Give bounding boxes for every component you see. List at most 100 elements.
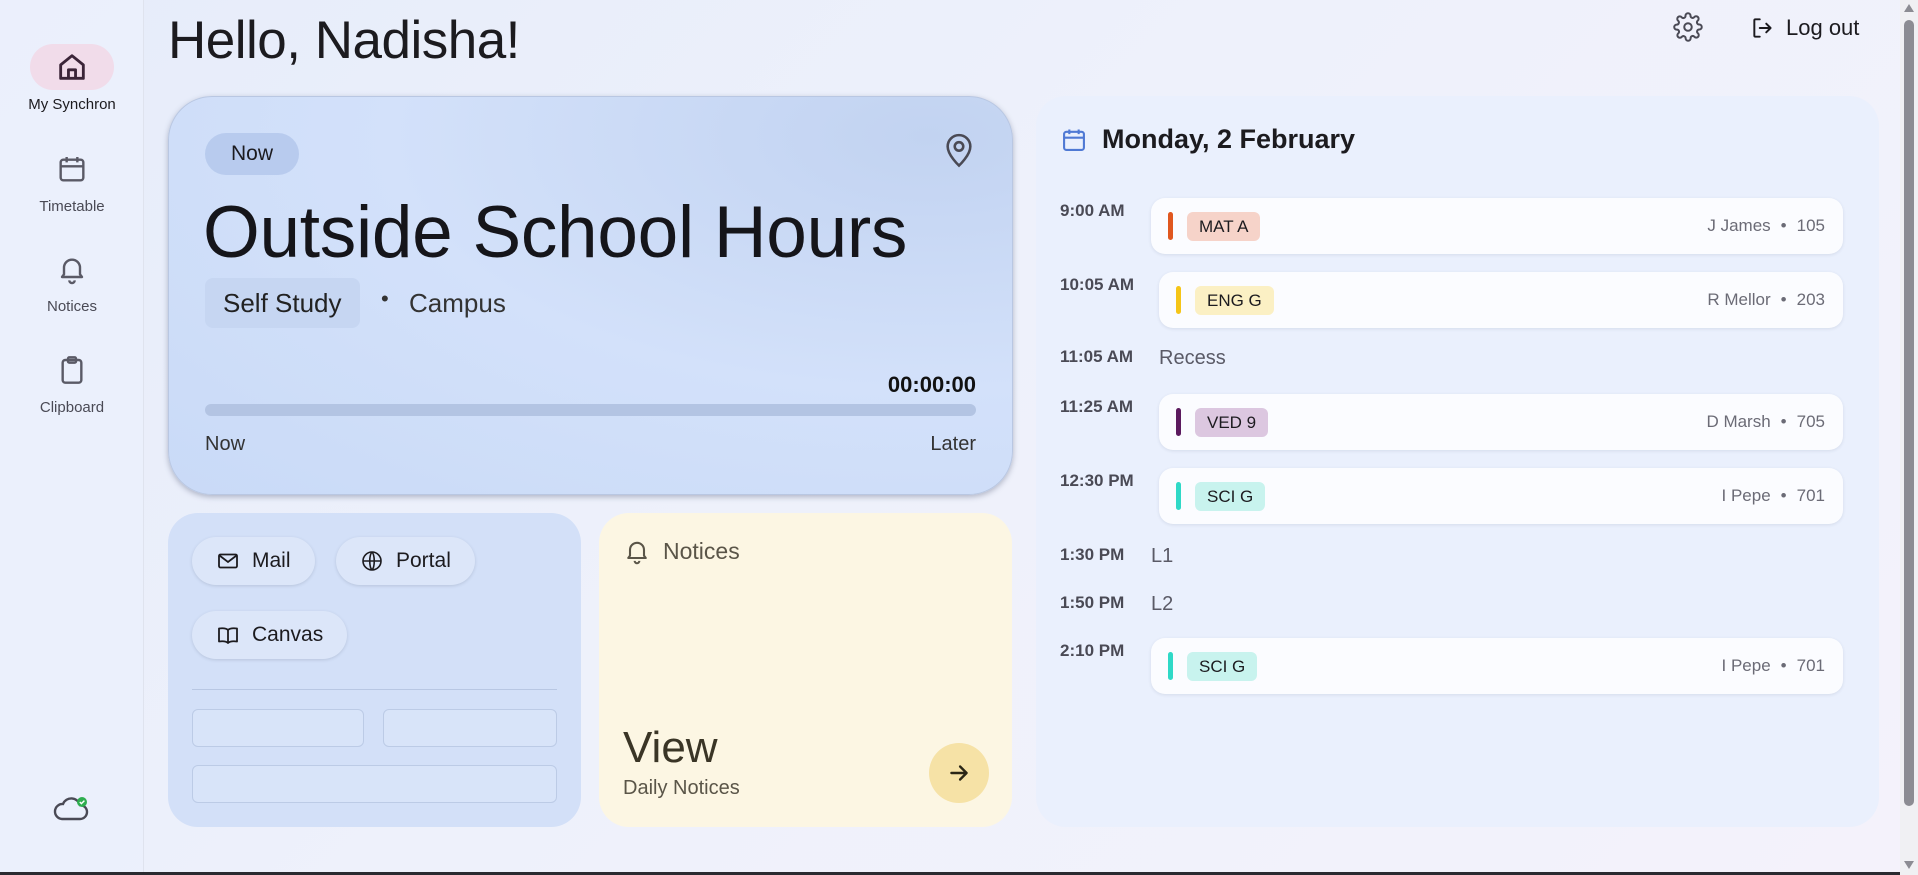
sidebar-item-label: My Synchron [28, 96, 116, 113]
schedule-lesson-row[interactable]: SCI G I Pepe • 701 [1159, 468, 1843, 524]
view-notices-button[interactable] [929, 743, 989, 803]
subject-color-bar [1176, 286, 1181, 314]
logout-icon [1753, 18, 1772, 38]
subject-color-bar [1176, 408, 1181, 436]
subject-code-chip: VED 9 [1195, 408, 1269, 437]
current-period-card: Now Outside School Hours Self Study • Ca… [168, 96, 1013, 495]
logout-button[interactable]: Log out [1750, 12, 1859, 44]
room-number: 203 [1796, 290, 1825, 309]
room-number: 701 [1796, 486, 1825, 505]
daily-schedule-card: Monday, 2 February 9:00 AM MAT A J James • 1… [1036, 96, 1879, 827]
page-scrollbar[interactable] [1900, 0, 1918, 875]
now-chip: Now [205, 133, 299, 175]
home-icon [59, 54, 85, 80]
teacher-name: R Mellor [1707, 290, 1771, 309]
schedule-date: Monday, 2 February [1102, 124, 1356, 154]
separator-dot: • [1780, 412, 1787, 431]
portal-label: Portal [396, 549, 451, 572]
location-label: Campus [409, 288, 506, 318]
scroll-down-arrow[interactable] [1904, 861, 1914, 869]
subject-code-chip: MAT A [1187, 212, 1261, 241]
open-book-icon [218, 627, 238, 644]
scroll-up-arrow[interactable] [1904, 4, 1914, 12]
separator-dot: • [1780, 486, 1787, 505]
separator-dot: • [1780, 216, 1787, 235]
mail-label: Mail [252, 549, 291, 572]
sidebar-item-label: Timetable [39, 198, 105, 215]
schedule-time: 1:50 PM [1060, 593, 1125, 612]
sidebar-item-label: Notices [46, 298, 98, 315]
sidebar-item-clipboard[interactable]: Clipboard [0, 347, 144, 416]
canvas-button[interactable]: Canvas [192, 611, 348, 659]
schedule-break-label: Recess [1159, 347, 1226, 369]
location-pin-icon[interactable] [942, 131, 976, 174]
period-progress-bar [205, 404, 976, 416]
schedule-time: 9:00 AM [1060, 201, 1125, 220]
globe-icon [362, 551, 382, 571]
notices-title: Notices [663, 537, 740, 564]
cloud-sync-icon[interactable] [52, 792, 90, 831]
page-title: Hello, Nadisha! [168, 11, 520, 70]
portal-button[interactable]: Portal [336, 537, 475, 585]
notices-view-label: View [623, 723, 718, 772]
lesson-meta: R Mellor • 203 [1707, 290, 1825, 310]
sidebar-item-timetable[interactable]: Timetable [0, 146, 144, 215]
progress-end-label: Later [930, 433, 976, 455]
arrow-right-icon [950, 765, 968, 781]
countdown-timer: 00:00:00 [887, 372, 976, 397]
schedule-lesson-row[interactable]: VED 9 D Marsh • 705 [1159, 394, 1843, 450]
placeholder-box [383, 709, 557, 747]
room-number: 105 [1796, 216, 1825, 235]
schedule-break-label: L1 [1151, 545, 1174, 567]
scroll-thumb[interactable] [1904, 20, 1914, 806]
clipboard-icon [61, 356, 83, 384]
progress-start-label: Now [205, 433, 246, 455]
calendar-icon [59, 157, 85, 182]
notices-card[interactable]: Notices View Daily Notices [599, 513, 1012, 827]
schedule-time: 11:25 AM [1060, 397, 1134, 416]
subject-color-bar [1168, 212, 1173, 240]
subject-code-chip: SCI G [1195, 482, 1266, 511]
settings-button[interactable] [1673, 12, 1703, 47]
subject-code-chip: SCI G [1187, 652, 1258, 681]
canvas-label: Canvas [252, 623, 324, 646]
quick-links-card: Mail Portal Canvas [168, 513, 581, 827]
teacher-name: I Pepe [1721, 656, 1771, 675]
subject-code-chip: ENG G [1195, 286, 1274, 315]
placeholder-box [192, 709, 364, 747]
schedule-time: 12:30 PM [1060, 471, 1134, 490]
teacher-name: J James [1707, 216, 1771, 235]
sidebar: My Synchron Timetable Notices Clipboard [0, 0, 144, 875]
subject-color-bar [1168, 652, 1173, 680]
current-period-title: Outside School Hours [203, 192, 908, 273]
lesson-meta: J James • 105 [1707, 216, 1825, 236]
schedule-lesson-row[interactable]: ENG G R Mellor • 203 [1159, 272, 1843, 328]
nav-pill [30, 44, 114, 90]
schedule-time: 10:05 AM [1060, 275, 1135, 294]
mail-icon [218, 553, 238, 569]
room-number: 705 [1796, 412, 1825, 431]
schedule-header: Monday, 2 February [1060, 124, 1355, 155]
subject-color-bar [1176, 482, 1181, 510]
schedule-time: 1:30 PM [1060, 545, 1125, 564]
sidebar-item-notices[interactable]: Notices [0, 246, 144, 315]
bell-icon [60, 258, 84, 285]
schedule-time: 2:10 PM [1060, 641, 1125, 660]
notices-subtitle: Daily Notices [623, 777, 740, 799]
lesson-meta: D Marsh • 705 [1706, 412, 1825, 432]
sidebar-item-label: Clipboard [39, 399, 105, 416]
separator-dot: • [1780, 290, 1787, 309]
lesson-meta: I Pepe • 701 [1722, 486, 1825, 506]
mail-button[interactable]: Mail [192, 537, 315, 585]
placeholder-box [192, 765, 557, 803]
separator-dot: • [381, 286, 389, 311]
divider [192, 689, 557, 690]
teacher-name: I Pepe [1721, 486, 1771, 505]
schedule-lesson-row[interactable]: MAT A J James • 105 [1151, 198, 1843, 254]
bell-icon [627, 541, 647, 565]
schedule-lesson-row[interactable]: SCI G I Pepe • 701 [1151, 638, 1843, 694]
teacher-name: D Marsh [1706, 412, 1771, 431]
sidebar-item-my-synchron[interactable]: My Synchron [0, 44, 144, 113]
subject-chip: Self Study [205, 278, 360, 328]
lesson-meta: I Pepe • 701 [1722, 656, 1825, 676]
